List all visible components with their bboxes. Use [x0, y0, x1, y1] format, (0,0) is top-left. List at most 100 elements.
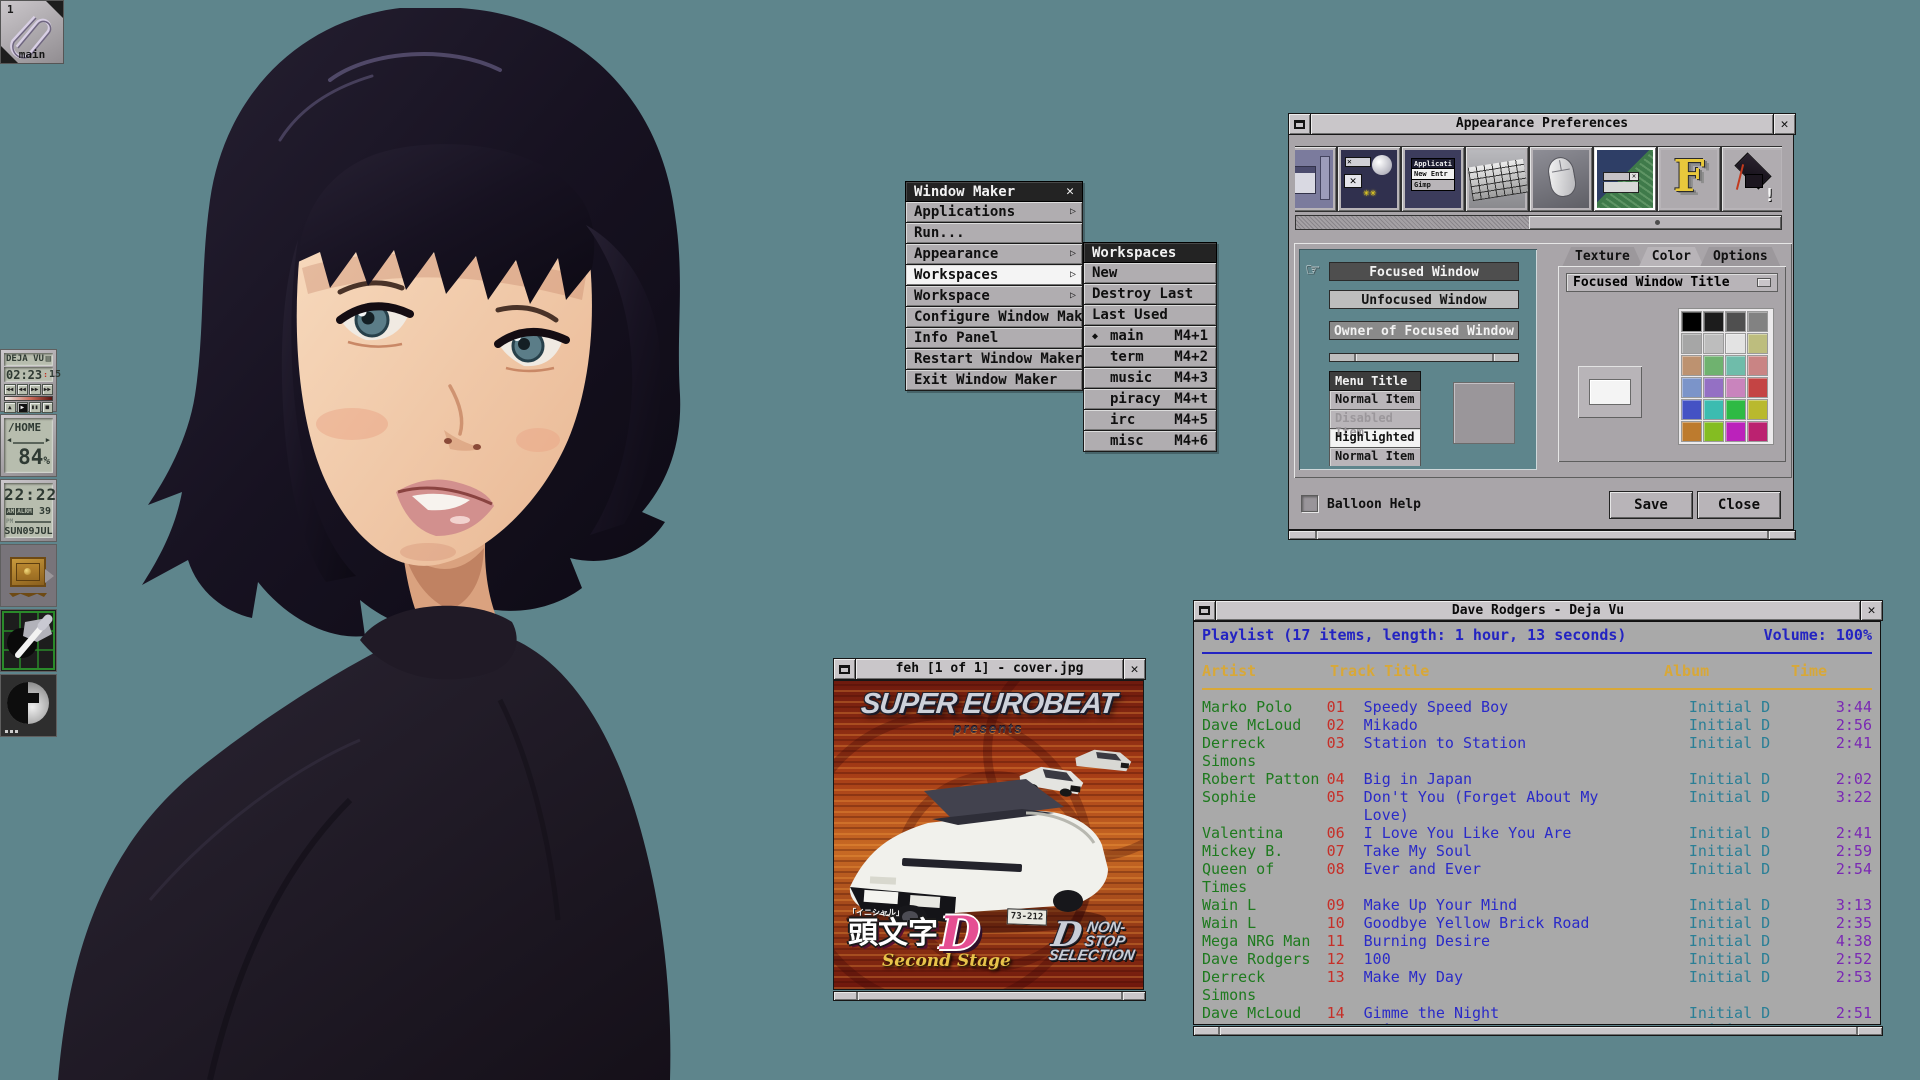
dockapp-music-player[interactable]: DEJA VU ▤ 02:23 : 15 ◀◀ ◀◀ ▶▶ ▶▶ ▲ ▶ ▮▮ …	[0, 349, 57, 412]
rewind-button[interactable]: ◀◀	[17, 384, 29, 395]
playlist-row[interactable]: Valentina 06 I Love You Like You Are Ini…	[1194, 824, 1880, 842]
root-menu-item[interactable]: Exit Window Maker ▷	[905, 370, 1083, 391]
palette-swatch[interactable]	[1726, 356, 1745, 375]
root-menu-item[interactable]: Workspaces ▷	[905, 265, 1083, 286]
disk-next-arrow-icon[interactable]: ▶	[46, 436, 50, 444]
tab[interactable]: Texture	[1562, 247, 1643, 267]
palette-swatch[interactable]	[1704, 422, 1723, 441]
wprefs-icon-keyboard[interactable]	[1465, 146, 1529, 212]
workspace-menu-item[interactable]: piracy M4+t	[1083, 389, 1217, 410]
workspace-menu-item[interactable]: term M4+2	[1083, 347, 1217, 368]
color-target-dropdown[interactable]: Focused Window Title	[1566, 273, 1778, 292]
disk-prev-arrow-icon[interactable]: ◀	[7, 436, 11, 444]
palette-swatch[interactable]	[1748, 312, 1767, 331]
workspaces-menu-command[interactable]: Destroy Last	[1083, 284, 1217, 305]
eject-button[interactable]: ▲	[4, 402, 16, 413]
workspaces-menu-command[interactable]: New	[1083, 263, 1217, 284]
playlist-row[interactable]: Dave McLoud 14 Gimme the Night Initial D…	[1194, 1004, 1880, 1022]
preview-menu-item[interactable]: Highlighted	[1329, 429, 1421, 448]
palette-swatch[interactable]	[1704, 356, 1723, 375]
miniaturize-button[interactable]	[1289, 114, 1311, 134]
playlist-row[interactable]: Dave McLoud 02 Mikado Initial D 2:56	[1194, 716, 1880, 734]
palette-swatch[interactable]	[1682, 400, 1701, 419]
preview-icon-tile[interactable]	[1453, 382, 1515, 444]
palette-swatch[interactable]	[1682, 356, 1701, 375]
root-menu-item[interactable]: Workspace ▷	[905, 286, 1083, 307]
dockapp-round-app[interactable]	[0, 674, 57, 737]
workspace-menu-item[interactable]: irc M4+5	[1083, 410, 1217, 431]
palette-swatch[interactable]	[1726, 400, 1745, 419]
playlist-row[interactable]: Derreck Simons 03 Station to Station Ini…	[1194, 734, 1880, 770]
playlist-row[interactable]: Sophie 05 Don't You (Forget About My Lov…	[1194, 788, 1880, 824]
palette-swatch[interactable]	[1704, 334, 1723, 353]
workspace-menu-item[interactable]: music M4+3	[1083, 368, 1217, 389]
close-button[interactable]: ✕	[1860, 601, 1882, 620]
current-color-well[interactable]	[1578, 366, 1642, 418]
playlist-row[interactable]: Marko Polo 01 Speedy Speed Boy Initial D…	[1194, 698, 1880, 716]
playlist-row[interactable]: Queen of Times 08 Ever and Ever Initial …	[1194, 860, 1880, 896]
root-menu-item[interactable]: Appearance ▷	[905, 244, 1083, 265]
root-menu-item[interactable]: Info Panel ▷	[905, 328, 1083, 349]
palette-swatch[interactable]	[1682, 378, 1701, 397]
wprefs-icon-appearance[interactable]: ✕	[1593, 146, 1657, 212]
wprefs-icon-menu-preferences[interactable]: Applicati New Entr Gimp	[1401, 146, 1465, 212]
pause-button[interactable]: ▮▮	[29, 402, 41, 413]
tab[interactable]: Color	[1639, 247, 1704, 267]
palette-swatch[interactable]	[1748, 400, 1767, 419]
palette-swatch[interactable]	[1748, 356, 1767, 375]
playlist-row[interactable]: Wain L 10 Goodbye Yellow Brick Road Init…	[1194, 914, 1880, 932]
palette-swatch[interactable]	[1748, 422, 1767, 441]
wprefs-resizebar[interactable]	[1288, 530, 1796, 540]
playlist-row[interactable]: Mickey B. 07 Take My Soul Initial D 2:59	[1194, 842, 1880, 860]
preview-owner-titlebar[interactable]: Owner of Focused Window	[1329, 321, 1519, 340]
save-button[interactable]: Save	[1609, 491, 1693, 519]
miniaturize-button[interactable]	[834, 659, 856, 679]
stop-button[interactable]: ■	[42, 402, 54, 413]
workspaces-menu-command[interactable]: Last Used	[1083, 305, 1217, 326]
previous-track-button[interactable]: ◀◀	[4, 384, 16, 395]
palette-swatch[interactable]	[1726, 334, 1745, 353]
dockapp-drawer[interactable]	[0, 544, 57, 607]
tab[interactable]: Options	[1700, 247, 1781, 267]
balloon-help-checkbox[interactable]	[1301, 495, 1318, 512]
workspace-menu-item[interactable]: misc M4+6	[1083, 431, 1217, 452]
fast-forward-button[interactable]: ▶▶	[29, 384, 41, 395]
close-button[interactable]: ✕	[1773, 114, 1795, 134]
feh-titlebar[interactable]: feh [1 of 1] - cover.jpg ✕	[833, 658, 1146, 680]
palette-swatch[interactable]	[1726, 312, 1745, 331]
preview-menu-item[interactable]: Normal Item	[1329, 448, 1421, 466]
player-resizebar[interactable]	[1193, 1026, 1883, 1036]
palette-swatch[interactable]	[1748, 378, 1767, 397]
palette-swatch[interactable]	[1682, 312, 1701, 331]
wprefs-titlebar[interactable]: Appearance Preferences ✕	[1288, 113, 1796, 135]
workspaces-menu-titlebar[interactable]: Workspaces	[1083, 242, 1217, 263]
playlist-row[interactable]: Mega NRG Man 11 Burning Desire Initial D…	[1194, 932, 1880, 950]
next-track-button[interactable]: ▶▶	[42, 384, 54, 395]
playlist-row[interactable]: Dave Rodgers 12 100 Initial D 2:52	[1194, 950, 1880, 968]
root-menu-item[interactable]: Applications ▷	[905, 202, 1083, 223]
palette-swatch[interactable]	[1682, 334, 1701, 353]
palette-swatch[interactable]	[1704, 312, 1723, 331]
music-progress-bar[interactable]	[4, 396, 53, 401]
preview-menu-title[interactable]: Menu Title	[1329, 371, 1421, 391]
playlist-row[interactable]: Wain L 09 Make Up Your Mind Initial D 3:…	[1194, 896, 1880, 914]
root-menu-item[interactable]: Run... ▷	[905, 223, 1083, 244]
preview-unfocused-titlebar[interactable]: Unfocused Window	[1329, 290, 1519, 309]
dockapp-utility[interactable]	[0, 609, 57, 672]
wprefs-toolbar-scrollbar[interactable]	[1295, 215, 1782, 230]
playlist-row[interactable]: Robert Patton 04 Big in Japan Initial D …	[1194, 770, 1880, 788]
palette-swatch[interactable]	[1726, 378, 1745, 397]
root-menu-titlebar[interactable]: Window Maker ✕	[905, 181, 1083, 202]
playlist-row[interactable]: Derreck Simons 13 Make My Day Initial D …	[1194, 968, 1880, 1004]
wprefs-icon-window-focus[interactable]	[1295, 146, 1337, 212]
preview-menu-item[interactable]: Disabled Item	[1329, 410, 1421, 429]
preview-focused-titlebar[interactable]: Focused Window	[1329, 262, 1519, 281]
wprefs-icon-mouse[interactable]	[1529, 146, 1593, 212]
root-menu-item[interactable]: Restart Window Maker ▷	[905, 349, 1083, 370]
preview-menu-item[interactable]: Normal Item	[1329, 391, 1421, 410]
player-titlebar[interactable]: Dave Rodgers - Deja Vu ✕	[1193, 600, 1883, 621]
playlist-row[interactable]: Dave Rodgers 15 Deja Vu Initial D 2:42	[1194, 1022, 1880, 1025]
feh-resizebar[interactable]	[833, 991, 1146, 1001]
wprefs-icon-font[interactable]: F	[1657, 146, 1721, 212]
dockapp-clock[interactable]: 22:22 AM ALRM 39 PM SUN09JUL	[0, 479, 57, 542]
